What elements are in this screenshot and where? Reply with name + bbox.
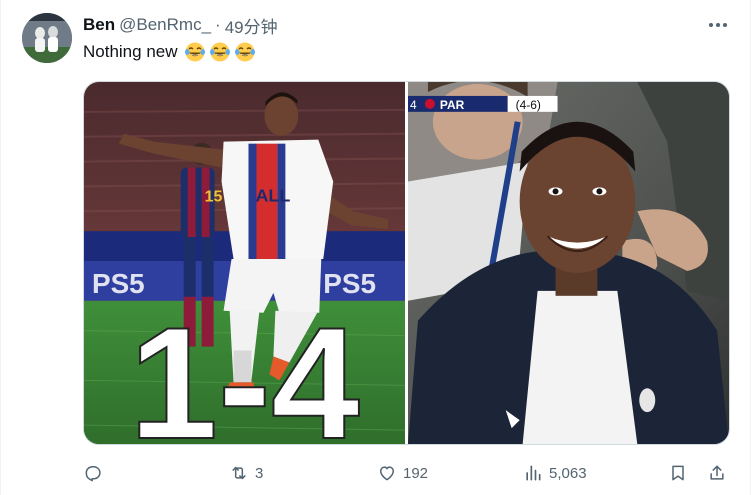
- emoji-row: [184, 41, 256, 63]
- media-image-left[interactable]: PS5 PS5 15 ALL 1-4: [84, 82, 405, 444]
- heart-icon: [377, 463, 397, 483]
- tweet-actions: 3 192 5,063: [83, 459, 730, 487]
- bookmark-button[interactable]: [668, 459, 688, 487]
- timestamp[interactable]: 49分钟: [225, 13, 278, 38]
- analytics-icon: [523, 463, 543, 483]
- scorebug-score: (4-6): [516, 98, 541, 112]
- tweet-media[interactable]: PS5 PS5 15 ALL 1-4 4 PAR (4-6): [83, 81, 730, 445]
- reply-button[interactable]: [83, 459, 109, 487]
- jersey-number: 15: [205, 188, 223, 205]
- avatar[interactable]: [22, 13, 72, 63]
- scorebug-prefix: 4: [410, 98, 417, 112]
- views-button[interactable]: 5,063: [523, 459, 587, 487]
- tweet-text-body: Nothing new: [83, 42, 178, 61]
- like-button[interactable]: 192: [377, 459, 428, 487]
- share-button[interactable]: [707, 459, 727, 487]
- scorebug-team: PAR: [440, 98, 465, 112]
- retweet-icon: [229, 463, 249, 483]
- user-handle[interactable]: @BenRmc_: [119, 15, 211, 35]
- display-name[interactable]: Ben: [83, 15, 115, 35]
- retweet-button[interactable]: 3: [229, 459, 263, 487]
- share-icon: [707, 463, 727, 483]
- face-with-tears-of-joy-icon: [234, 41, 256, 63]
- reply-icon: [83, 463, 103, 483]
- media-image-right[interactable]: 4 PAR (4-6): [408, 82, 729, 444]
- tweet-text: Nothing new: [83, 40, 256, 64]
- tweet-card[interactable]: Ben @BenRmc_ · 49分钟 Nothing new PS5 PS5 …: [0, 0, 751, 495]
- retweet-count: 3: [255, 464, 264, 482]
- separator-dot: ·: [215, 15, 221, 34]
- tweet-header: Ben @BenRmc_ · 49分钟: [83, 13, 278, 38]
- shirt-sponsor-text: ALL: [255, 185, 290, 205]
- like-count: 192: [403, 464, 429, 482]
- score-overlay: 1-4: [129, 294, 360, 444]
- views-count: 5,063: [549, 464, 587, 482]
- bookmark-icon: [668, 463, 688, 483]
- face-with-tears-of-joy-icon: [184, 41, 206, 63]
- more-options-icon[interactable]: [708, 16, 728, 34]
- face-with-tears-of-joy-icon: [209, 41, 231, 63]
